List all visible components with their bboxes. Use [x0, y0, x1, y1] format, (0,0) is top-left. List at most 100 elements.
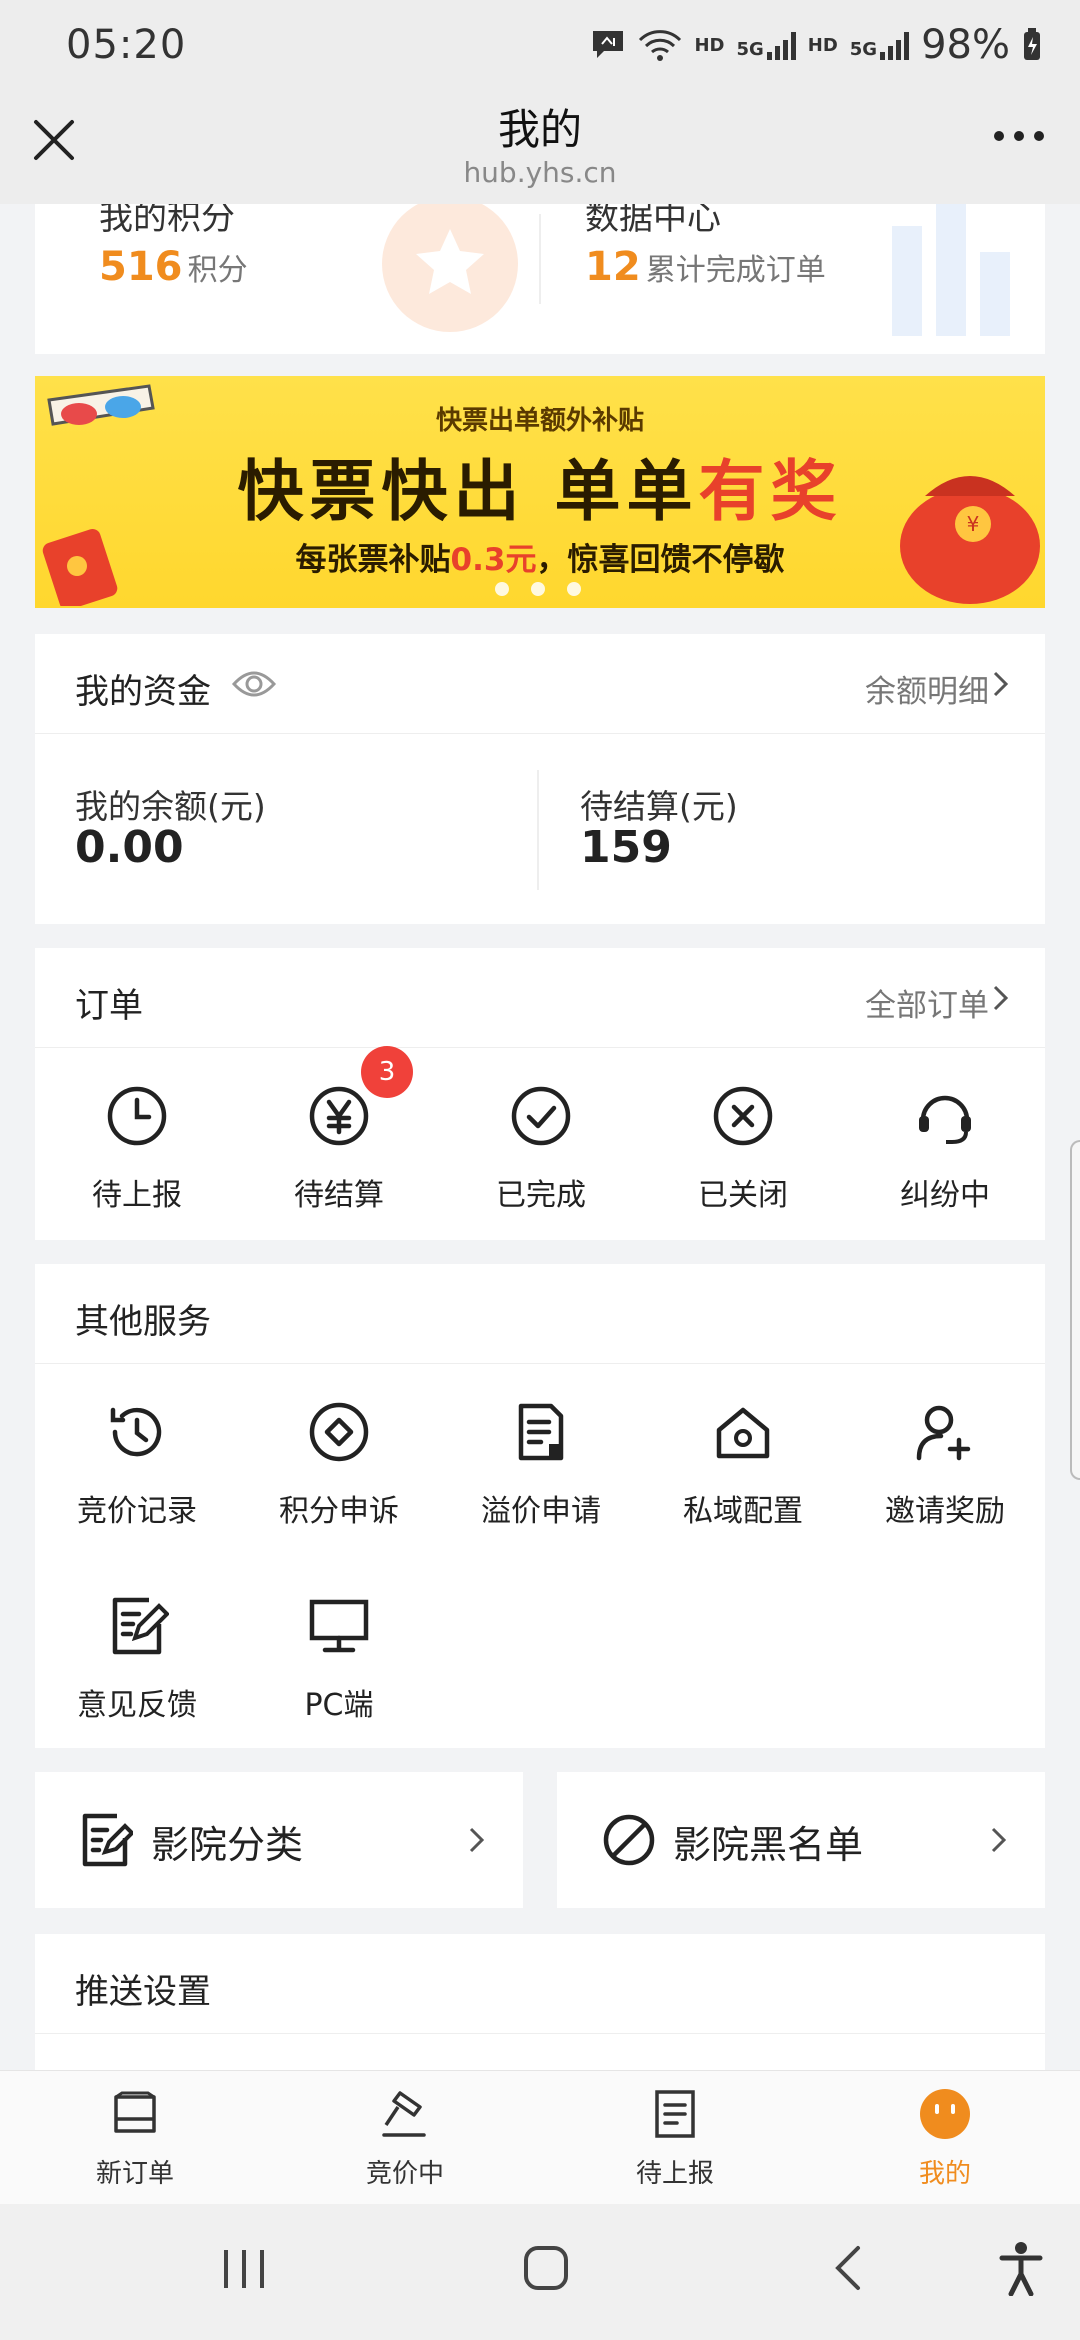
banner-headline-a: 快票快出 单单 — [237, 453, 699, 530]
battery-percent: 98% — [921, 22, 1010, 68]
funds-header: 我的资金 余额明细 — [35, 634, 1045, 734]
divider — [537, 770, 539, 890]
tab-mine[interactable]: 我的 — [865, 2087, 1025, 2190]
service-invite-reward[interactable]: 邀请奖励 — [845, 1400, 1045, 1530]
order-pending-report[interactable]: 待上报 — [37, 1084, 237, 1214]
home-gear-icon — [716, 1407, 770, 1459]
service-feedback[interactable]: 意见反馈 — [37, 1594, 237, 1724]
order-completed[interactable]: 已完成 — [441, 1084, 641, 1214]
hd-label-2: HD — [807, 34, 838, 56]
edit-note-icon — [82, 1813, 133, 1867]
net-label-2: 5G — [849, 39, 878, 60]
signal-5g-2: 5G — [849, 30, 910, 60]
banner-headline-b: 有奖 — [698, 453, 843, 530]
status-bar: 05:20 HD 5G HD 5G 98% — [0, 0, 1080, 96]
tab-pending-report[interactable]: 待上报 — [595, 2087, 755, 2190]
completed-orders-unit: 累计完成订单 — [645, 253, 826, 288]
banner-foot-a: 每张票补贴 — [295, 542, 451, 578]
chevron-right-icon — [469, 1827, 485, 1853]
data-center-label: 数据中心 — [585, 204, 721, 238]
pending-count-badge: 3 — [361, 1046, 413, 1098]
pending-section[interactable]: 待结算(元) 159 — [540, 734, 1045, 924]
data-center-section[interactable]: 数据中心 12 累计完成订单 — [540, 204, 1045, 354]
chevron-right-icon[interactable] — [991, 670, 1011, 698]
bottom-tab-bar: 新订单 竞价中 待上报 我的 — [0, 2070, 1080, 2204]
points-label: 我的积分 — [99, 204, 235, 238]
balance-section[interactable]: 我的余额(元) 0.00 — [35, 734, 540, 924]
scrollbar-handle[interactable] — [1070, 1140, 1080, 1480]
push-settings-title: 推送设置 — [75, 1972, 211, 2012]
order-closed[interactable]: 已关闭 — [643, 1084, 843, 1214]
more-options-icon[interactable] — [994, 126, 1050, 146]
points-value: 516 — [99, 244, 183, 290]
services-card: 其他服务 竞价记录 积分申诉 溢价申请 私域配置 邀请奖励 意见反馈 PC端 — [35, 1264, 1045, 1748]
title-bar: 我的 hub.yhs.cn — [0, 96, 1080, 204]
x-circle-icon — [713, 1086, 773, 1146]
orders-card: 订单 全部订单 待上报 待结算 3 已完成 已关闭 纠纷中 — [35, 948, 1045, 1240]
chevron-right-icon — [991, 1827, 1007, 1853]
my-points-section[interactable]: 我的积分 516 积分 — [35, 204, 540, 354]
page-title: 我的 — [497, 105, 582, 154]
eye-icon[interactable] — [231, 664, 277, 704]
cinema-blacklist-card[interactable]: 影院黑名单 — [557, 1772, 1045, 1908]
order-pending-settlement[interactable]: 待结算 3 — [239, 1046, 439, 1214]
balance-detail-link[interactable]: 余额明细 — [865, 666, 989, 711]
completed-orders-value: 12 — [585, 244, 641, 290]
push-settings-card[interactable]: 推送设置 — [35, 1934, 1045, 2084]
cinema-blacklist-label: 影院黑名单 — [673, 1823, 864, 1867]
monitor-icon — [309, 1599, 369, 1653]
all-orders-link[interactable]: 全部订单 — [865, 980, 989, 1025]
order-item-label: 已完成 — [496, 1178, 586, 1213]
promo-banner[interactable]: ¥ 快票出单额外补贴 快票快出 单单有奖 每张票补贴0.3元，惊喜回馈不停歇 — [35, 376, 1045, 608]
services-header: 其他服务 — [35, 1264, 1045, 1364]
message-notification-icon — [593, 31, 624, 58]
order-dispute[interactable]: 纠纷中 — [845, 1084, 1045, 1214]
tab-label: 竞价中 — [365, 2159, 444, 2189]
recent-apps-icon[interactable] — [218, 2244, 270, 2294]
tab-label: 新订单 — [95, 2159, 174, 2189]
back-icon[interactable] — [828, 2242, 868, 2294]
home-icon[interactable] — [520, 2242, 572, 2294]
balance-label: 我的余额(元) — [75, 787, 266, 826]
carousel-dots — [495, 582, 581, 596]
user-plus-icon — [916, 1405, 971, 1461]
banner-footer: 每张票补贴0.3元，惊喜回馈不停歇 — [35, 534, 1045, 579]
hd-label-1: HD — [694, 34, 725, 56]
net-label-1: 5G — [736, 39, 764, 60]
system-nav-bar — [0, 2204, 1080, 2340]
service-points-appeal[interactable]: 积分申诉 — [239, 1400, 439, 1530]
tab-new-orders[interactable]: 新订单 — [55, 2087, 215, 2190]
tab-label: 待上报 — [635, 2159, 714, 2189]
star-decoration-icon — [382, 204, 518, 332]
page-url: hub.yhs.cn — [463, 156, 617, 189]
check-circle-icon — [511, 1086, 571, 1146]
ban-icon — [603, 1814, 655, 1866]
battery-charging-icon — [1024, 28, 1040, 60]
points-card: 我的积分 516 积分 数据中心 12 累计完成订单 — [35, 204, 1045, 354]
edit-note-icon — [112, 1597, 169, 1655]
service-item-label: 溢价申请 — [481, 1494, 601, 1529]
service-item-label: 意见反馈 — [77, 1688, 197, 1723]
order-item-label: 待结算 — [294, 1178, 384, 1213]
tab-bidding[interactable]: 竞价中 — [325, 2087, 485, 2190]
balance-value: 0.00 — [75, 822, 184, 873]
cinema-category-card[interactable]: 影院分类 — [35, 1772, 523, 1908]
service-item-label: 私域配置 — [683, 1494, 803, 1529]
data-center-value-row: 12 累计完成订单 — [585, 244, 826, 290]
service-item-label: 邀请奖励 — [885, 1494, 1005, 1529]
service-premium-request[interactable]: 溢价申请 — [441, 1400, 641, 1530]
accessibility-icon[interactable] — [996, 2240, 1046, 2296]
chevron-right-icon[interactable] — [991, 984, 1011, 1012]
list-doc-icon — [655, 2090, 695, 2138]
service-private-config[interactable]: 私域配置 — [643, 1400, 843, 1530]
wifi-icon — [639, 30, 682, 61]
service-bid-history[interactable]: 竞价记录 — [37, 1400, 237, 1530]
status-time: 05:20 — [66, 22, 187, 68]
order-item-label: 纠纷中 — [900, 1178, 990, 1213]
diamond-circle-icon — [309, 1402, 369, 1462]
service-item-label: 积分申诉 — [279, 1494, 399, 1529]
bar-chart-decoration-icon — [892, 204, 1010, 336]
service-pc-client[interactable]: PC端 — [239, 1594, 439, 1724]
pending-value: 159 — [580, 822, 672, 873]
clock-icon — [107, 1086, 167, 1146]
